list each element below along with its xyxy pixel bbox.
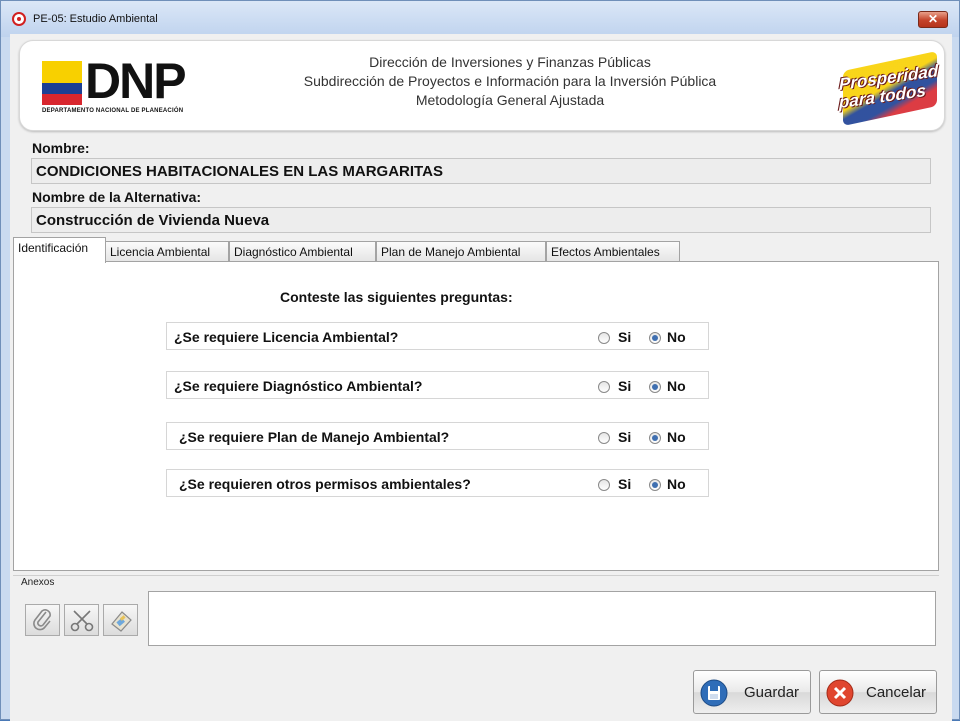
radio-si-label[interactable]: Si [618,476,631,492]
radio-no-label[interactable]: No [667,429,686,445]
tab-diagnostico-ambiental[interactable]: Diagnóstico Ambiental [229,241,376,262]
title-bar[interactable]: PE-05: Estudio Ambiental ✕ [1,1,959,37]
radio-no-label[interactable]: No [667,476,686,492]
radio-si[interactable] [598,479,610,491]
nombre-field[interactable]: CONDICIONES HABITACIONALES EN LAS MARGAR… [31,158,931,184]
question-row: ¿Se requiere Licencia Ambiental? Si No [166,322,709,350]
tab-licencia-ambiental[interactable]: Licencia Ambiental [105,241,229,262]
app-icon [12,12,26,26]
identificacion-panel: Conteste las siguientes preguntas: ¿Se r… [13,261,939,571]
question-row: ¿Se requiere Diagnóstico Ambiental? Si N… [166,371,709,399]
cancel-icon [826,679,854,707]
window-title: PE-05: Estudio Ambiental [33,13,158,25]
radio-no[interactable] [649,432,661,444]
scissors-icon [70,610,94,632]
app-window: PE-05: Estudio Ambiental ✕ DNP DEPARTAME… [0,0,960,721]
anexos-group: Anexos [13,575,939,651]
tab-identificacion[interactable]: Identificación [13,237,106,263]
radio-si[interactable] [598,381,610,393]
questions-prompt: Conteste las siguientes preguntas: [280,289,513,305]
header-banner: DNP DEPARTAMENTO NACIONAL DE PLANEACIÓN … [19,40,945,131]
dnp-logo-subtitle: DEPARTAMENTO NACIONAL DE PLANEACIÓN [42,108,184,114]
nombre-label: Nombre: [32,140,90,156]
question-text: ¿Se requiere Diagnóstico Ambiental? [174,378,423,394]
radio-si-label[interactable]: Si [618,429,631,445]
banner-heading: Dirección de Inversiones y Finanzas Públ… [250,53,770,110]
save-label: Guardar [744,684,800,701]
radio-no[interactable] [649,381,661,393]
radio-si[interactable] [598,332,610,344]
close-button[interactable]: ✕ [918,11,948,28]
anexos-label: Anexos [21,577,57,588]
question-text: ¿Se requieren otros permisos ambientales… [179,476,471,492]
radio-si-label[interactable]: Si [618,378,631,394]
colombia-flag-icon [42,61,82,105]
question-text: ¿Se requiere Licencia Ambiental? [174,329,399,345]
save-button[interactable]: Guardar [693,670,811,714]
attach-button[interactable] [25,604,60,636]
alternativa-field[interactable]: Construcción de Vivienda Nueva [31,207,931,233]
radio-no-label[interactable]: No [667,329,686,345]
banner-line-1: Dirección de Inversiones y Finanzas Públ… [369,54,651,70]
floppy-disk-icon [700,679,728,707]
cancel-button[interactable]: Cancelar [819,670,937,714]
paperclip-icon [33,609,51,631]
radio-no[interactable] [649,332,661,344]
dnp-logo: DNP [85,53,187,109]
anexos-list[interactable] [148,591,936,646]
question-row: ¿Se requiere Plan de Manejo Ambiental? S… [166,422,709,450]
radio-no[interactable] [649,479,661,491]
banner-line-3: Metodología General Ajustada [415,92,605,108]
question-row: ¿Se requieren otros permisos ambientales… [166,469,709,497]
radio-si-label[interactable]: Si [618,329,631,345]
radio-no-label[interactable]: No [667,378,686,394]
document-icon [111,611,132,632]
view-document-button[interactable] [103,604,138,636]
radio-si[interactable] [598,432,610,444]
tab-efectos-ambientales[interactable]: Efectos Ambientales [546,241,680,262]
question-text: ¿Se requiere Plan de Manejo Ambiental? [179,429,450,445]
cancel-label: Cancelar [866,684,927,701]
banner-line-2: Subdirección de Proyectos e Información … [303,73,717,89]
client-area: DNP DEPARTAMENTO NACIONAL DE PLANEACIÓN … [10,34,952,721]
cut-button[interactable] [64,604,99,636]
alternativa-label: Nombre de la Alternativa: [32,189,202,205]
tab-plan-manejo-ambiental[interactable]: Plan de Manejo Ambiental [376,241,546,262]
prosperidad-logo: Prosperidad para todos [833,47,941,126]
